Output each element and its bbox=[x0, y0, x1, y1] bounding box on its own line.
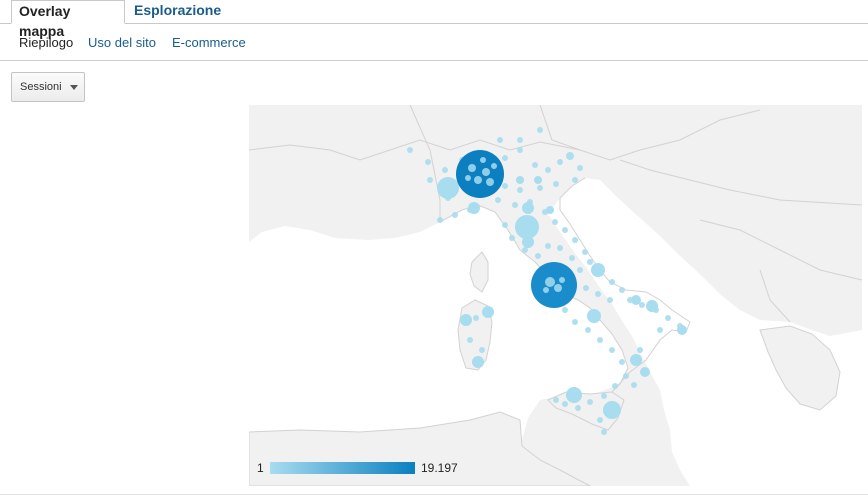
legend-min-value: 1 bbox=[257, 461, 264, 475]
bottom-divider bbox=[0, 494, 868, 495]
tab-overlay-mappa[interactable]: Overlay mappa bbox=[11, 0, 125, 39]
subnav-riepilogo[interactable]: Riepilogo bbox=[19, 35, 73, 51]
sub-navigation: Riepilogo Uso del sito E-commerce bbox=[0, 24, 868, 61]
legend-gradient-bar bbox=[270, 462, 415, 474]
tab-bar: Overlay mappa Esplorazione bbox=[0, 0, 868, 39]
geo-map[interactable] bbox=[249, 105, 862, 486]
metric-dropdown[interactable]: Sessioni bbox=[11, 72, 85, 102]
chevron-down-icon bbox=[70, 85, 78, 90]
legend-max-value: 19.197 bbox=[421, 461, 458, 475]
tab-esplorazione[interactable]: Esplorazione bbox=[127, 0, 228, 22]
subnav-e-commerce[interactable]: E-commerce bbox=[172, 35, 246, 51]
subnav-uso-del-sito[interactable]: Uso del sito bbox=[88, 35, 156, 51]
map-svg bbox=[249, 105, 862, 486]
bubble-milano bbox=[456, 150, 504, 198]
metric-dropdown-label: Sessioni bbox=[20, 81, 62, 93]
